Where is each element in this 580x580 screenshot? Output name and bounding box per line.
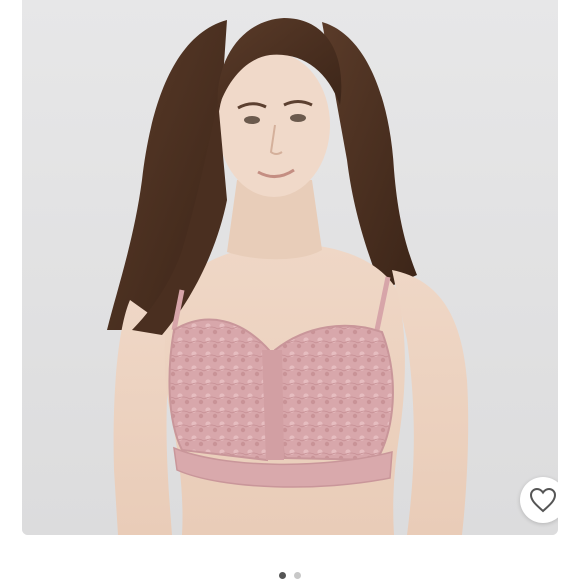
favorite-button[interactable] bbox=[520, 477, 558, 523]
listing-page bbox=[0, 0, 580, 580]
pager-dot-2[interactable] bbox=[294, 572, 301, 579]
heart-outline-icon bbox=[529, 487, 557, 513]
model-wearing-lace-bra-image bbox=[22, 0, 558, 535]
pager-dot-1[interactable] bbox=[279, 572, 286, 579]
photo-pager bbox=[0, 572, 580, 580]
product-photo[interactable] bbox=[22, 0, 558, 535]
